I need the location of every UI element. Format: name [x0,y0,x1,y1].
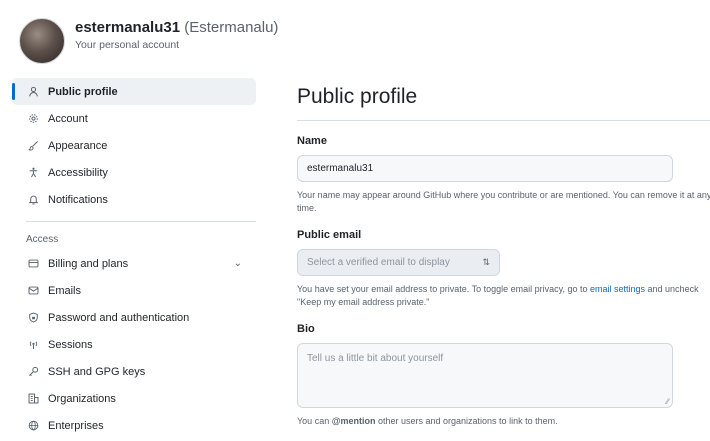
sidebar-item-label: Emails [48,284,82,297]
account-fullname: (Estermanalu) [184,19,279,36]
person-icon [26,86,40,97]
bio-textarea[interactable]: Tell us a little bit about yourself ∕∕ [297,343,673,408]
sidebar-item-label: Password and authentication [48,311,190,324]
settings-sidebar: Public profile Account Appearance Access… [12,78,256,439]
globe-icon [26,420,40,431]
sidebar-item-password[interactable]: Password and authentication [12,304,256,331]
bio-help-text: You can @mention other users and organiz… [297,415,710,428]
name-input[interactable] [297,155,673,182]
shield-lock-icon [26,312,40,323]
name-help-text: Your name may appear around GitHub where… [297,190,710,213]
bio-label: Bio [297,323,315,335]
email-settings-link[interactable]: email settings [590,284,645,294]
sidebar-item-ssh-gpg[interactable]: SSH and GPG keys [12,358,256,385]
profile-settings-main: Public profile Name Your name may appear… [297,78,710,428]
bell-icon [26,194,40,205]
sidebar-item-label: Account [48,112,88,125]
sidebar-item-emails[interactable]: Emails [12,277,256,304]
bio-placeholder: Tell us a little bit about yourself [307,353,444,364]
key-icon [26,366,40,377]
gear-icon [26,113,40,124]
page-title: Public profile [297,78,710,121]
account-subtitle: Your personal account [75,39,180,51]
sidebar-item-organizations[interactable]: Organizations [12,385,256,412]
broadcast-icon [26,339,40,350]
sidebar-item-label: Accessibility [48,166,108,179]
name-label: Name [297,135,327,147]
sidebar-item-public-profile[interactable]: Public profile [12,78,256,105]
public-email-select[interactable]: Select a verified email to display ⇅ [297,249,500,276]
sidebar-item-label: SSH and GPG keys [48,365,146,378]
sidebar-item-label: Notifications [48,193,108,206]
chevron-down-icon[interactable]: ⌄ [234,258,242,269]
sidebar-item-appearance[interactable]: Appearance [12,132,256,159]
account-name: estermanalu31 (Estermanalu) [75,19,278,36]
public-email-label: Public email [297,229,362,241]
mail-icon [26,285,40,296]
paintbrush-icon [26,140,40,151]
sidebar-item-label: Public profile [48,85,118,98]
organization-icon [26,393,40,404]
account-username: estermanalu31 [75,19,181,36]
sidebar-item-billing[interactable]: Billing and plans ⌄ [12,250,256,277]
sidebar-item-account[interactable]: Account [12,105,256,132]
bio-help-before: You can [297,416,332,426]
select-arrows-icon: ⇅ [482,257,490,267]
sidebar-group-access: Access [26,234,59,245]
account-avatar[interactable] [19,18,65,64]
sidebar-item-sessions[interactable]: Sessions [12,331,256,358]
resize-grip-icon[interactable]: ∕∕ [666,397,669,406]
sidebar-item-enterprises[interactable]: Enterprises [12,412,256,439]
sidebar-item-label: Appearance [48,139,108,152]
public-email-selected: Select a verified email to display [307,257,450,268]
sidebar-item-label: Enterprises [48,419,104,432]
public-email-help-before: You have set your email address to priva… [297,284,590,294]
sidebar-item-notifications[interactable]: Notifications [12,186,256,213]
sidebar-item-accessibility[interactable]: Accessibility [12,159,256,186]
credit-card-icon [26,258,40,269]
sidebar-item-label: Organizations [48,392,116,405]
sidebar-item-label: Billing and plans [48,257,129,270]
accessibility-icon [26,167,40,178]
public-email-help-text: You have set your email address to priva… [297,283,710,309]
bio-help-after: other users and organizations to link to… [375,416,558,426]
sidebar-item-label: Sessions [48,338,93,351]
bio-help-mention: @mention [331,416,376,426]
